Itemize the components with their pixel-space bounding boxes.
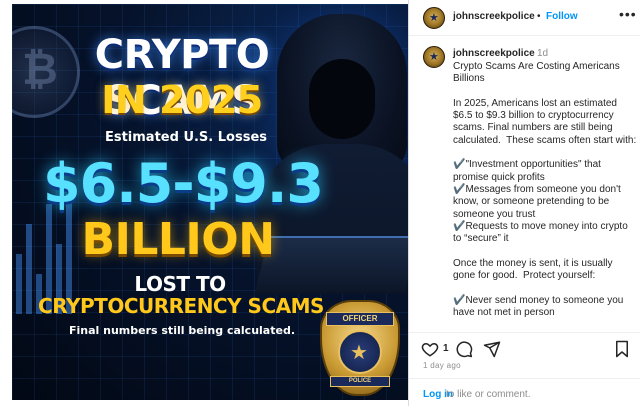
login-prompt: Log in to like or comment. (409, 378, 640, 406)
more-horizontal-icon[interactable]: ••• (619, 6, 637, 22)
footnote-text: Final numbers still being calculated. (68, 324, 295, 337)
post-image[interactable]: ₿ CRYPTO SCAMS IN 2025 Estimated U.S. Lo… (12, 4, 408, 400)
caption-avatar[interactable] (423, 46, 445, 68)
heart-icon[interactable] (421, 340, 439, 358)
post-window: ₿ CRYPTO SCAMS IN 2025 Estimated U.S. Lo… (0, 0, 640, 406)
comment-icon[interactable] (455, 340, 473, 358)
police-badge-icon: OFFICER ★ POLICE (320, 300, 400, 396)
post-age: 1 day ago (423, 361, 461, 370)
subhead-estimated-losses: Estimated U.S. Losses (104, 130, 268, 145)
header-separator: • (537, 11, 541, 22)
share-icon[interactable] (483, 340, 501, 358)
bookmark-icon[interactable] (613, 340, 631, 358)
caption-section: johnscreekpolice 1d Crypto Scams Are Cos… (409, 38, 640, 330)
caption-username[interactable]: johnscreekpolice (453, 48, 535, 59)
header-username[interactable]: johnscreekpolice (453, 11, 535, 22)
lost-to-text: LOST TO (134, 272, 226, 296)
login-prompt-text: to like or comment. (446, 389, 531, 400)
headline-year: IN 2025 (101, 78, 263, 122)
badge-officer-label: OFFICER (326, 312, 394, 326)
loss-amount: $6.5-$9.3 (43, 152, 324, 215)
like-count[interactable]: 1 (443, 343, 449, 354)
badge-police-label: POLICE (330, 376, 390, 387)
loss-unit: BILLION (81, 214, 275, 265)
post-side-panel: johnscreekpolice • Follow ••• johnscreek… (408, 0, 640, 406)
cryptocurrency-scams-text: CRYPTOCURRENCY SCAMS (38, 294, 324, 318)
action-bar: 1 (409, 332, 640, 360)
post-header: johnscreekpolice • Follow ••• (409, 0, 640, 36)
follow-button[interactable]: Follow (546, 11, 578, 22)
caption-timestamp: 1d (537, 48, 549, 59)
caption-text: Crypto Scams Are Costing Americans Billi… (453, 61, 637, 318)
avatar[interactable] (423, 7, 445, 29)
